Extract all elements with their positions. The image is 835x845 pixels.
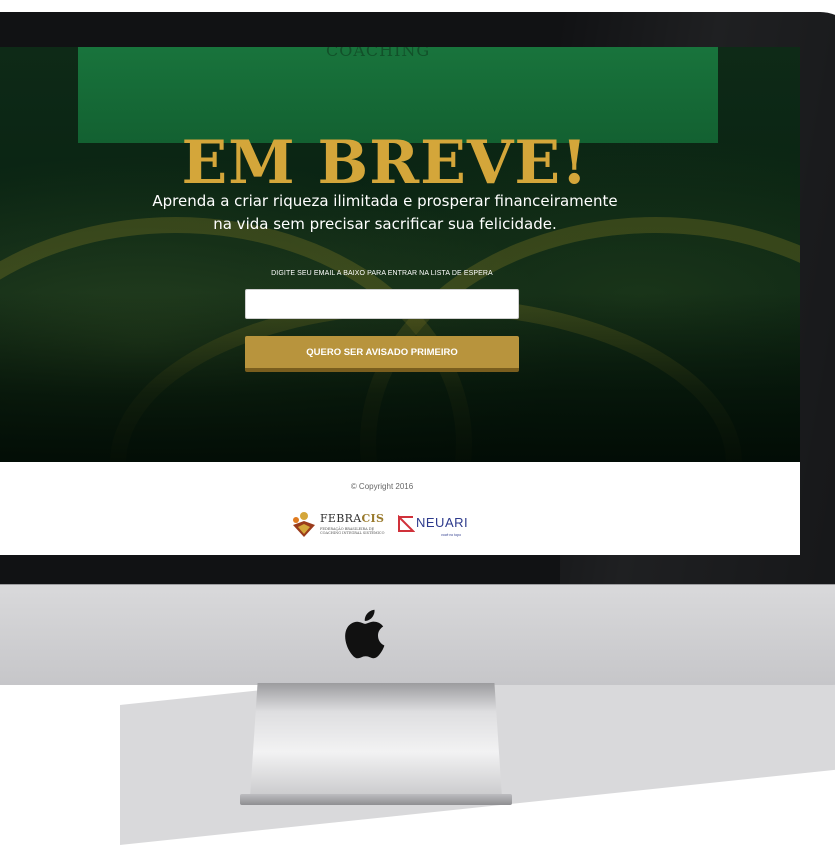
copyright-text: © Copyright 2016 [350, 482, 414, 491]
subtitle-line-2: na vida sem precisar sacrificar sua feli… [213, 215, 557, 233]
email-input[interactable] [245, 289, 519, 319]
page-subtitle: Aprenda a criar riqueza ilimitada e pros… [0, 190, 770, 236]
stage-banner-text: COACHING [326, 47, 431, 60]
notify-me-button[interactable]: QUERO SER AVISADO PRIMEIRO [245, 336, 519, 372]
hero-section: COACHING EM BREVE! Aprenda a criar rique… [0, 47, 800, 462]
febracis-name: FEBRACIS [320, 512, 385, 525]
monitor-stand [250, 683, 502, 798]
email-form-label: DIGITE SEU EMAIL A BAIXO PARA ENTRAR NA … [271, 270, 493, 277]
neuari-logo-icon [398, 515, 415, 532]
neuari-name: NEUARI [416, 515, 469, 530]
page-footer: © Copyright 2016 FEBRACIS FEDERAÇÃO BRAS… [0, 462, 800, 555]
febracis-logo-icon [293, 512, 315, 537]
monitor-chin [0, 584, 835, 685]
neuari-tagline: você no topo [441, 533, 462, 537]
subtitle-line-1: Aprenda a criar riqueza ilimitada e pros… [152, 192, 618, 210]
neuari-logo[interactable]: NEUARI você no topo [397, 511, 477, 541]
monitor-screen: COACHING EM BREVE! Aprenda a criar rique… [0, 47, 800, 555]
febracis-tagline: FEDERAÇÃO BRASILEIRA DE COACHING INTEGRA… [320, 527, 385, 535]
monitor-stand-foot [240, 794, 512, 805]
page-headline: EM BREVE! [181, 128, 589, 198]
apple-logo-icon [345, 609, 385, 659]
febracis-logo[interactable]: FEBRACIS FEDERAÇÃO BRASILEIRA DE COACHIN… [290, 509, 390, 543]
